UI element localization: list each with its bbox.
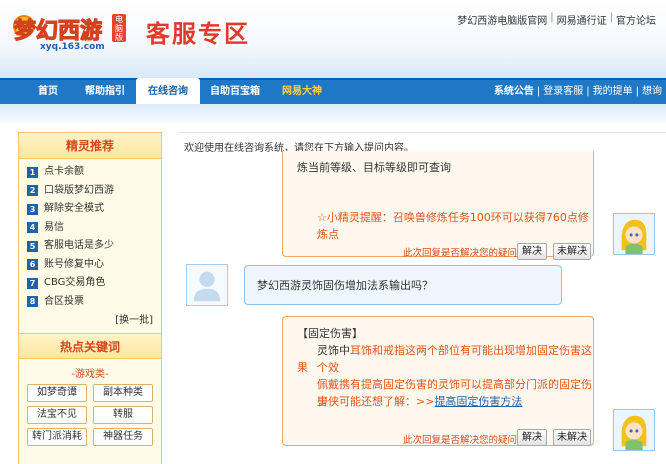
faq-number: 8 [27, 296, 38, 308]
nav-help[interactable]: 帮助指引 [76, 80, 134, 104]
faq-label: 解除安全模式 [44, 203, 104, 214]
solved-button[interactable]: 解决 [517, 243, 547, 260]
nav-more[interactable]: 想询 [642, 80, 662, 104]
faq-number: 4 [27, 222, 38, 234]
assistant-message: 炼当前等级、目标等级即可查询 ☆小精灵提醒：召唤兽修炼任务100环可以获得760… [282, 151, 594, 260]
separator: | [536, 86, 541, 97]
nav-right-links: 系统公告 | 登录客服 | 我的提单 | 想询 [494, 80, 662, 104]
solved-button[interactable]: 解决 [517, 429, 547, 446]
text-segment: 灵饰中 [317, 344, 350, 357]
assistant-avatar-icon [613, 213, 655, 255]
faq-item[interactable]: 4 易信 [27, 219, 161, 238]
faq-number: 3 [27, 203, 38, 215]
separator: | [550, 12, 554, 23]
feedback-question: 此次回复是否解决您的疑问: [403, 435, 521, 446]
keyword-grid: 如梦奇谭 副本种类 法宝不见 转服 转门派消耗 神器任务 [19, 384, 161, 446]
faq-number: 2 [27, 185, 38, 197]
faq-list: 1 点卡余额 2 口袋版梦幻西游 3 解除安全模式 4 易信 5 客服电话是多少 6 账号修… [19, 159, 161, 311]
assistant-message: 【固定伤害】 灵饰中耳饰和戒指这两个部位有可能出现增加固定伤害这个效 果 佩戴携… [282, 316, 594, 446]
keyword-button[interactable]: 副本种类 [93, 384, 153, 402]
faq-label: 点卡余额 [44, 166, 84, 177]
keyword-button[interactable]: 神器任务 [93, 428, 153, 446]
logo-badge: 电脑版 [112, 14, 126, 42]
user-message: 梦幻西游灵饰固伤增加法系输出吗？ [244, 265, 562, 305]
main-nav: 首页 帮助指引 在线咨询 自助百宝箱 网易大神 系统公告 | 登录客服 | 我的… [0, 78, 666, 104]
logo-url: xyq.163.com [40, 42, 105, 52]
sub-bar [0, 104, 666, 122]
keyword-button[interactable]: 法宝不见 [27, 406, 87, 424]
separator: | [635, 86, 639, 97]
faq-item[interactable]: 7 CBG交易角色 [27, 274, 161, 293]
faq-number: 7 [27, 277, 38, 289]
top-links: 梦幻西游电脑版官网 | 网易通行证 | 官方论坛 [457, 12, 656, 27]
svg-text:梦幻西游: 梦幻西游 [14, 18, 102, 44]
sidebar: 精灵推荐 1 点卡余额 2 口袋版梦幻西游 3 解除安全模式 4 易信 5 客服电话是多少… [18, 132, 162, 464]
assistant-avatar-icon [613, 409, 655, 451]
faq-item[interactable]: 1 点卡余额 [27, 163, 161, 182]
text-segment: 耳饰和戒指这两个部位有可能出现增加固定伤害这个效 [317, 344, 592, 374]
separator: | [586, 86, 590, 97]
link-passport[interactable]: 网易通行证 [557, 12, 607, 27]
change-batch-button[interactable]: [换一批] [19, 313, 161, 329]
hot-keywords-title: 热点关键词 [19, 333, 161, 359]
faq-label: 口袋版梦幻西游 [44, 184, 114, 196]
message-line: 少侠可能还想了解：>>提高固定伤害方法 [317, 393, 522, 410]
faq-label: 易信 [44, 221, 64, 233]
nav-online-consult[interactable]: 在线咨询 [136, 78, 200, 104]
faq-label: 客服电话是多少 [44, 240, 114, 251]
separator: | [609, 12, 613, 23]
chat-panel: 欢迎使用在线咨询系统，请您在下方输入提问内容。 炼当前等级、目标等级即可查询 ☆… [178, 132, 666, 464]
faq-number: 6 [27, 259, 38, 271]
message-line: 灵饰中耳饰和戒指这两个部位有可能出现增加固定伤害这个效 [317, 342, 593, 376]
faq-item[interactable]: 3 解除安全模式 [27, 200, 161, 219]
link-forum[interactable]: 官方论坛 [616, 12, 656, 27]
nav-dashen[interactable]: 网易大神 [272, 80, 332, 104]
faq-label: 合区投票 [44, 295, 84, 307]
faq-label: 账号修复中心 [44, 258, 104, 270]
nav-self-service[interactable]: 自助百宝箱 [202, 80, 268, 104]
link-official-site[interactable]: 梦幻西游电脑版官网 [457, 12, 547, 27]
sidebar-title: 精灵推荐 [19, 133, 161, 159]
faq-item[interactable]: 8 合区投票 [27, 293, 161, 312]
faq-item[interactable]: 5 客服电话是多少 [27, 237, 161, 256]
faq-number: 5 [27, 240, 38, 252]
keyword-button[interactable]: 转服 [93, 406, 153, 424]
tip-text: ☆小精灵提醒：召唤兽修炼任务100环可以获得760点修炼点 [317, 211, 589, 241]
header: 梦幻西游 电脑版 xyq.163.com 客服专区 梦幻西游电脑版官网 | 网易… [0, 0, 666, 78]
unsolved-button[interactable]: 未解决 [553, 243, 591, 260]
feedback-question: 此次回复是否解决您的疑问: [403, 248, 521, 259]
faq-number: 1 [27, 166, 38, 178]
text-segment: 少侠可能还想了解：>> [317, 395, 435, 408]
faq-item[interactable]: 6 账号修复中心 [27, 256, 161, 275]
keyword-button[interactable]: 如梦奇谭 [27, 384, 87, 402]
user-question-text: 梦幻西游灵饰固伤增加法系输出吗？ [257, 279, 433, 292]
page-title: 客服专区 [146, 20, 250, 48]
nav-home[interactable]: 首页 [20, 80, 76, 104]
keyword-button[interactable]: 转门派消耗 [27, 428, 87, 446]
faq-label: CBG交易角色 [44, 277, 106, 288]
unsolved-button[interactable]: 未解决 [553, 429, 591, 446]
message-line: 果 [297, 361, 308, 374]
nav-login[interactable]: 登录客服 [543, 80, 583, 104]
nav-my-tickets[interactable]: 我的提单 [593, 80, 633, 104]
nav-announcement[interactable]: 系统公告 [494, 80, 534, 104]
faq-item[interactable]: 2 口袋版梦幻西游 [27, 182, 161, 201]
message-text: 炼当前等级、目标等级即可查询 [297, 161, 451, 174]
related-link[interactable]: 提高固定伤害方法 [434, 395, 522, 408]
user-avatar-icon [186, 264, 228, 306]
keyword-category: -游戏类- [71, 369, 109, 380]
message-heading: 【固定伤害】 [297, 327, 363, 340]
